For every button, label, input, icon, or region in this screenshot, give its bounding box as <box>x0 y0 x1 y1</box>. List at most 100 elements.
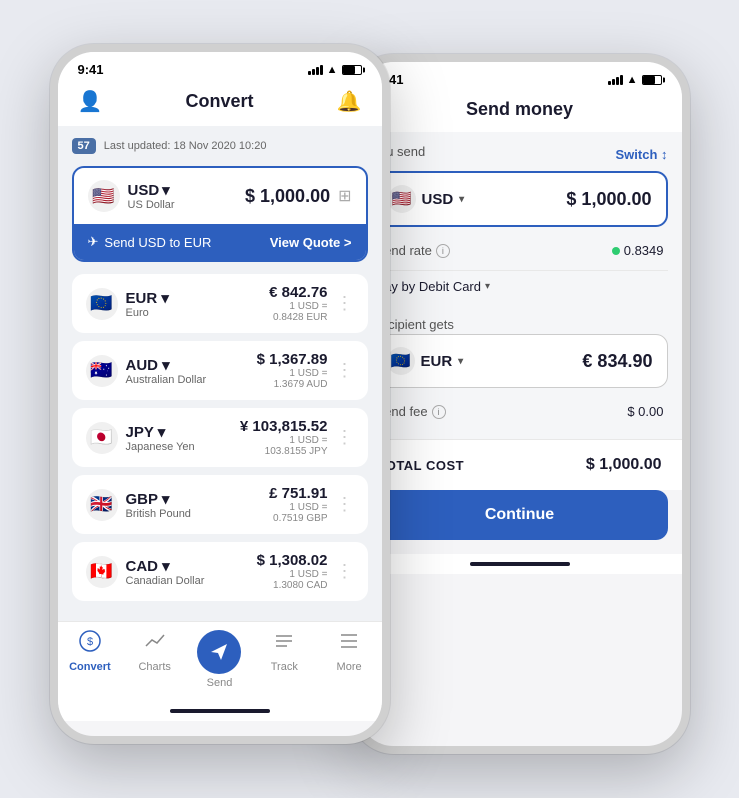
send-currency-selector[interactable]: 🇺🇸 USD ▾ <box>388 185 465 213</box>
total-cost-amount: $ 1,000.00 <box>586 456 662 474</box>
bottom-nav-1: $ Convert Charts Send <box>58 621 382 701</box>
send-icon: ✈ <box>88 234 99 250</box>
usd-currency-info: 🇺🇸 USD ▾ US Dollar <box>88 180 175 212</box>
nav-send[interactable]: Send <box>192 630 247 689</box>
send-money-title: Send money <box>466 99 573 120</box>
home-indicator-2 <box>358 554 682 574</box>
eur-name: Euro <box>126 307 169 319</box>
gbp-flag: 🇬🇧 <box>86 489 118 521</box>
send-input-box[interactable]: 🇺🇸 USD ▾ $ 1,000.00 <box>372 171 668 227</box>
aud-name: Australian Dollar <box>126 374 207 386</box>
nav-track[interactable]: Track <box>257 630 312 689</box>
wifi-icon: ▲ <box>327 64 338 76</box>
usd-action-bar[interactable]: ✈ Send USD to EUR View Quote > <box>74 224 366 260</box>
send-currency-chevron: ▾ <box>459 194 464 205</box>
home-indicator-1 <box>58 701 382 721</box>
total-cost-bar: TOTAL COST $ 1,000.00 <box>358 439 682 490</box>
status-time-1: 9:41 <box>78 62 104 77</box>
total-cost-label: TOTAL COST <box>378 458 465 473</box>
status-bar-2: 9:41 ▲ <box>358 62 682 91</box>
currency-row-aud[interactable]: 🇦🇺 AUD ▾ Australian Dollar $ 1,367.89 1 … <box>72 341 368 400</box>
recipient-currency-code: EUR <box>421 353 453 370</box>
eur-flag: 🇪🇺 <box>86 288 118 320</box>
jpy-rate: 1 USD =103.8155 JPY <box>240 435 328 457</box>
send-fee-value: $ 0.00 <box>627 404 663 419</box>
status-icons-2: ▲ <box>608 74 662 86</box>
currency-row-eur[interactable]: 🇪🇺 EUR ▾ Euro € 842.76 1 USD =0.8428 EUR… <box>72 274 368 333</box>
phone-convert: 9:41 ▲ 👤 Convert <box>50 44 390 744</box>
view-quote-btn[interactable]: View Quote > <box>270 235 352 250</box>
send-flag: 🇺🇸 <box>388 185 416 213</box>
switch-button[interactable]: Switch ↕ <box>615 147 667 162</box>
recipient-box[interactable]: 🇪🇺 EUR ▾ € 834.90 <box>372 334 668 388</box>
aud-code: AUD ▾ <box>126 356 207 374</box>
jpy-amount: ¥ 103,815.52 <box>240 418 328 435</box>
update-text: Last updated: 18 Nov 2020 10:20 <box>104 140 267 152</box>
send-nav-label: Send <box>207 677 233 689</box>
divider-1 <box>372 270 668 271</box>
eur-amount: € 842.76 <box>269 284 327 301</box>
you-send-section: You send Switch ↕ 🇺🇸 USD ▾ $ 1,000.00 <box>372 144 668 304</box>
jpy-flag: 🇯🇵 <box>86 422 118 454</box>
more-dots-cad[interactable]: ⋮ <box>336 561 354 582</box>
battery-icon-2 <box>642 75 662 85</box>
send-fee-row: Send fee i $ 0.00 <box>372 396 668 427</box>
track-nav-label: Track <box>271 661 298 673</box>
recipient-currency-selector[interactable]: 🇪🇺 EUR ▾ <box>387 347 464 375</box>
currency-row-jpy[interactable]: 🇯🇵 JPY ▾ Japanese Yen ¥ 103,815.52 1 USD… <box>72 408 368 467</box>
gbp-code: GBP ▾ <box>126 490 191 508</box>
aud-flag: 🇦🇺 <box>86 355 118 387</box>
pay-method-row[interactable]: Pay by Debit Card ▾ <box>372 275 668 304</box>
user-icon[interactable]: 👤 <box>78 89 103 114</box>
aud-amount: $ 1,367.89 <box>257 351 328 368</box>
bell-icon[interactable]: 🔔 <box>337 89 362 114</box>
currency-row-cad[interactable]: 🇨🇦 CAD ▾ Canadian Dollar $ 1,308.02 1 US… <box>72 542 368 601</box>
more-dots-eur[interactable]: ⋮ <box>336 293 354 314</box>
send-rate-row: Send rate i 0.8349 <box>372 235 668 266</box>
cad-code: CAD ▾ <box>126 557 205 575</box>
continue-button[interactable]: Continue <box>372 490 668 540</box>
battery-icon <box>342 65 362 75</box>
usd-name: US Dollar <box>128 199 175 211</box>
eur-code: EUR ▾ <box>126 289 169 307</box>
convert-nav-label: Convert <box>69 661 111 673</box>
eur-rate: 1 USD =0.8428 EUR <box>269 301 327 323</box>
cad-flag: 🇨🇦 <box>86 556 118 588</box>
recipient-amount: € 834.90 <box>582 351 652 372</box>
usd-card[interactable]: 🇺🇸 USD ▾ US Dollar $ 1,000.00 <box>72 166 368 262</box>
convert-content: 57 Last updated: 18 Nov 2020 10:20 🇺🇸 US… <box>58 126 382 621</box>
app-header-1: 👤 Convert 🔔 <box>58 81 382 126</box>
gbp-name: British Pound <box>126 508 191 520</box>
send-currency-code: USD <box>422 191 454 208</box>
nav-convert[interactable]: $ Convert <box>62 630 117 689</box>
signal-icon <box>308 65 323 75</box>
recipient-section: Recipient gets 🇪🇺 EUR ▾ € 834.90 Send fe… <box>372 316 668 427</box>
nav-more[interactable]: More <box>322 630 377 689</box>
send-rate-info-icon[interactable]: i <box>436 244 450 258</box>
jpy-code: JPY ▾ <box>126 423 195 441</box>
cad-name: Canadian Dollar <box>126 575 205 587</box>
nav-charts[interactable]: Charts <box>127 630 182 689</box>
send-usd-to-eur: ✈ Send USD to EUR <box>88 234 212 250</box>
send-money-content: You send Switch ↕ 🇺🇸 USD ▾ $ 1,000.00 <box>358 132 682 439</box>
calculator-icon[interactable]: ⊞ <box>338 186 351 206</box>
charts-nav-icon <box>144 630 166 658</box>
more-dots-aud[interactable]: ⋮ <box>336 360 354 381</box>
send-fee-info-icon[interactable]: i <box>432 405 446 419</box>
usd-code: USD ▾ <box>128 181 175 199</box>
cad-rate: 1 USD =1.3080 CAD <box>257 569 328 591</box>
currency-row-gbp[interactable]: 🇬🇧 GBP ▾ British Pound £ 751.91 1 USD =0… <box>72 475 368 534</box>
more-nav-label: More <box>337 661 362 673</box>
jpy-name: Japanese Yen <box>126 441 195 453</box>
usd-flag: 🇺🇸 <box>88 180 120 212</box>
wifi-icon-2: ▲ <box>627 74 638 86</box>
send-amount[interactable]: $ 1,000.00 <box>566 189 651 210</box>
cad-amount: $ 1,308.02 <box>257 552 328 569</box>
last-updated-bar: 57 Last updated: 18 Nov 2020 10:20 <box>72 138 368 154</box>
send-nav-btn[interactable] <box>197 630 241 674</box>
phone-send-money: 9:41 ▲ Send money <box>350 54 690 754</box>
more-dots-jpy[interactable]: ⋮ <box>336 427 354 448</box>
more-dots-gbp[interactable]: ⋮ <box>336 494 354 515</box>
phones-container: 9:41 ▲ 👤 Convert <box>50 44 690 754</box>
update-badge: 57 <box>72 138 96 154</box>
